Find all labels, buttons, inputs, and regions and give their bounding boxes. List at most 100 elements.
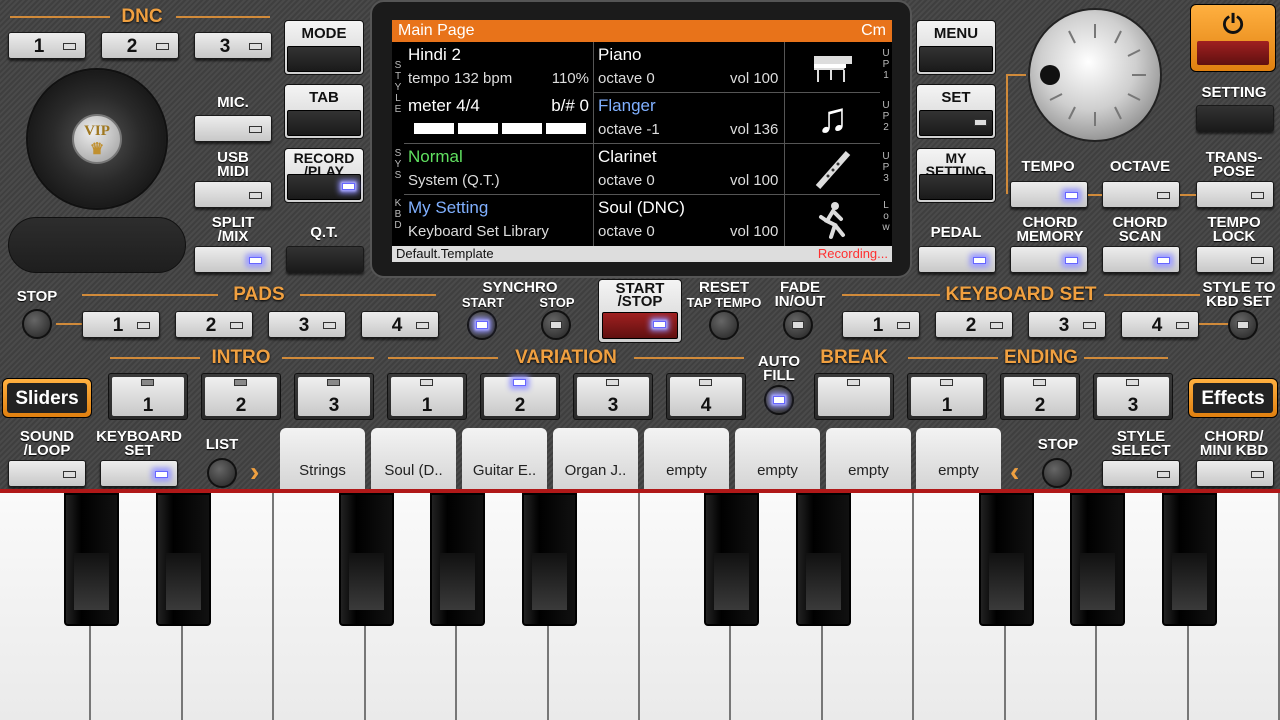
dnc-button-2[interactable]: 2 bbox=[101, 32, 179, 59]
black-key[interactable] bbox=[521, 493, 577, 626]
black-key[interactable] bbox=[1161, 493, 1217, 626]
intro-button-1[interactable]: 1 bbox=[108, 373, 188, 420]
pad-button-1[interactable]: 1 bbox=[82, 311, 160, 338]
variation-button-4[interactable]: 4 bbox=[666, 373, 746, 420]
piano-keyboard[interactable] bbox=[0, 493, 1280, 720]
break-button[interactable] bbox=[814, 373, 894, 420]
tab-soul[interactable]: Soul (D.. bbox=[371, 428, 456, 490]
black-key[interactable] bbox=[1070, 493, 1126, 626]
style-select-button[interactable] bbox=[1102, 460, 1180, 487]
stop-button[interactable] bbox=[22, 309, 52, 339]
auto-fill-button[interactable] bbox=[764, 385, 794, 415]
record-play-button[interactable]: RECORD/PLAY bbox=[284, 148, 364, 203]
tab-strings[interactable]: Strings bbox=[280, 428, 365, 490]
split-mix-button[interactable] bbox=[194, 246, 272, 273]
display-key: Cm bbox=[861, 22, 886, 39]
dnc-button-1[interactable]: 1 bbox=[8, 32, 86, 59]
part-low-name: Soul (DNC) bbox=[598, 198, 685, 217]
pedal-button[interactable] bbox=[918, 246, 996, 273]
sys-panel[interactable]: Normal System (Q.T.) bbox=[404, 144, 594, 195]
synchro-stop-button[interactable] bbox=[541, 310, 571, 340]
my-setting-button[interactable]: MY SETTING bbox=[916, 148, 996, 203]
tempo-percent: 110% bbox=[551, 70, 589, 87]
intro-button-3[interactable]: 3 bbox=[294, 373, 374, 420]
volume-knob[interactable] bbox=[1028, 8, 1162, 142]
black-key[interactable] bbox=[338, 493, 394, 626]
scroll-right-icon[interactable]: › bbox=[250, 456, 259, 488]
chord-memory-button[interactable] bbox=[1010, 246, 1088, 273]
part-up3[interactable]: Clarinet octave 0 vol 100 bbox=[594, 144, 880, 195]
kbd-set-button-1[interactable]: 1 bbox=[842, 311, 920, 338]
black-key[interactable] bbox=[155, 493, 211, 626]
part-up2[interactable]: Flanger octave -1 vol 136 ♫ bbox=[594, 93, 880, 144]
style-to-kbd-button[interactable] bbox=[1228, 310, 1258, 340]
part-low-vol: vol 100 bbox=[730, 223, 779, 240]
reset-button[interactable] bbox=[709, 310, 739, 340]
kbd-panel[interactable]: My Setting Keyboard Set Library bbox=[404, 195, 594, 246]
intro-button-2[interactable]: 2 bbox=[201, 373, 281, 420]
effects-button[interactable]: Effects bbox=[1188, 378, 1278, 418]
pad-button-3[interactable]: 3 bbox=[268, 311, 346, 338]
kbd-set-button-3[interactable]: 3 bbox=[1028, 311, 1106, 338]
up2-label: UP2 bbox=[882, 100, 890, 133]
jog-wheel[interactable]: VIP ♛ bbox=[26, 68, 168, 210]
black-key[interactable] bbox=[64, 493, 120, 626]
tab-empty-1[interactable]: empty bbox=[644, 428, 729, 490]
tab-empty-2[interactable]: empty bbox=[735, 428, 820, 490]
kbd-set-button-2[interactable]: 2 bbox=[935, 311, 1013, 338]
pad-button-4[interactable]: 4 bbox=[361, 311, 439, 338]
scroll-left-icon[interactable]: ‹ bbox=[1010, 456, 1019, 488]
setting-button[interactable] bbox=[1196, 105, 1274, 132]
sound-loop-button[interactable] bbox=[8, 460, 86, 487]
part-low-octave: octave 0 bbox=[598, 223, 655, 240]
transpose-button[interactable] bbox=[1196, 181, 1274, 208]
stop-button-2[interactable] bbox=[1042, 458, 1072, 488]
octave-button[interactable] bbox=[1102, 181, 1180, 208]
tab-empty-3[interactable]: empty bbox=[826, 428, 911, 490]
recording-status: Recording... bbox=[817, 246, 888, 261]
tab-guitar[interactable]: Guitar E.. bbox=[462, 428, 547, 490]
ending-button-1[interactable]: 1 bbox=[907, 373, 987, 420]
tab-organ[interactable]: Organ J.. bbox=[553, 428, 638, 490]
usb-midi-button[interactable] bbox=[194, 181, 272, 208]
chord-scan-button[interactable] bbox=[1102, 246, 1180, 273]
tab-empty-4[interactable]: empty bbox=[916, 428, 1001, 490]
fade-button[interactable] bbox=[783, 310, 813, 340]
intro-title: INTRO bbox=[211, 347, 271, 368]
part-up2-name: Flanger bbox=[598, 96, 656, 115]
black-key[interactable] bbox=[704, 493, 760, 626]
mic-button[interactable] bbox=[194, 115, 272, 142]
chord-mini-kbd-button[interactable] bbox=[1196, 460, 1274, 487]
list-button[interactable] bbox=[207, 458, 237, 488]
black-key[interactable] bbox=[795, 493, 851, 626]
set-button[interactable]: SET bbox=[916, 84, 996, 139]
qt-button[interactable] bbox=[286, 246, 364, 273]
variation-button-2[interactable]: 2 bbox=[480, 373, 560, 420]
variation-button-3[interactable]: 3 bbox=[573, 373, 653, 420]
mode-button[interactable]: MODE bbox=[284, 20, 364, 75]
tab-button[interactable]: TAB bbox=[284, 84, 364, 139]
tempo-button[interactable] bbox=[1010, 181, 1088, 208]
style-panel[interactable]: Hindi 2 tempo 132 bpm 110% meter 4/4 b/#… bbox=[404, 42, 594, 144]
keyboard-set-button[interactable] bbox=[100, 460, 178, 487]
ending-button-3[interactable]: 3 bbox=[1093, 373, 1173, 420]
pad-button-2[interactable]: 2 bbox=[175, 311, 253, 338]
pitch-pad[interactable] bbox=[8, 217, 186, 273]
part-up1[interactable]: Piano octave 0 vol 100 bbox=[594, 42, 880, 93]
dnc-button-3[interactable]: 3 bbox=[194, 32, 272, 59]
part-up3-name: Clarinet bbox=[598, 147, 657, 166]
black-key[interactable] bbox=[978, 493, 1034, 626]
variation-button-1[interactable]: 1 bbox=[387, 373, 467, 420]
black-key[interactable] bbox=[430, 493, 486, 626]
synchro-start-button[interactable] bbox=[467, 310, 497, 340]
kbd-set-button-4[interactable]: 4 bbox=[1121, 311, 1199, 338]
part-low[interactable]: Soul (DNC) octave 0 vol 100 bbox=[594, 195, 880, 246]
sliders-button[interactable]: Sliders bbox=[2, 378, 92, 418]
menu-button[interactable]: MENU bbox=[916, 20, 996, 75]
tempo-lock-button[interactable] bbox=[1196, 246, 1274, 273]
start-stop-button[interactable]: START/STOP bbox=[598, 279, 682, 343]
ending-button-2[interactable]: 2 bbox=[1000, 373, 1080, 420]
power-button[interactable]: ⏻ bbox=[1190, 4, 1276, 72]
tempo-label: TEMPO bbox=[1021, 158, 1075, 175]
sound-loop-label: SOUND/LOOP bbox=[19, 428, 75, 459]
